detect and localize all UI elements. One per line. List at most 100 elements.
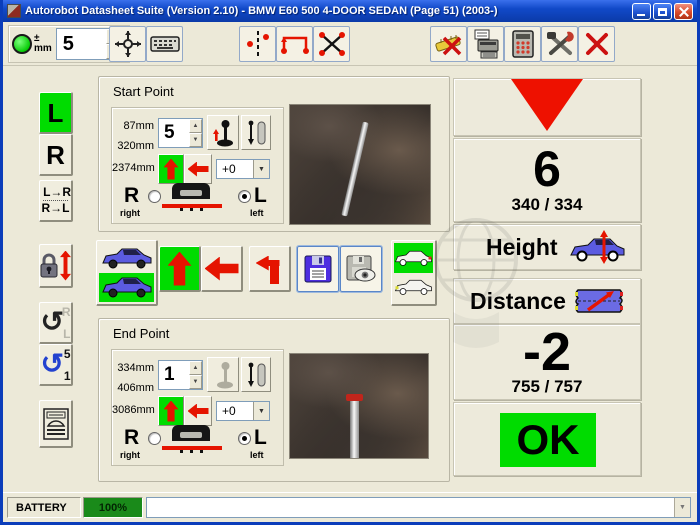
up-arrow-icon bbox=[164, 159, 179, 180]
start-right-sub: right bbox=[120, 208, 140, 218]
down-triangle-icon bbox=[511, 79, 583, 131]
end-pointer-tool-button-disabled bbox=[207, 357, 239, 392]
distance-car-top-icon bbox=[572, 286, 626, 316]
move-up-button[interactable] bbox=[159, 246, 201, 292]
up-arrow-icon bbox=[164, 401, 179, 422]
rotate-51-button[interactable]: ↺ 5 1 bbox=[39, 344, 73, 386]
car-side-top-icon bbox=[99, 243, 154, 273]
end-left-radio[interactable] bbox=[238, 432, 251, 445]
maximize-icon bbox=[658, 8, 667, 16]
measure-point-button[interactable] bbox=[239, 26, 276, 62]
mirror-lr-label: L→R bbox=[43, 185, 68, 201]
exit-button[interactable] bbox=[578, 26, 615, 62]
end-dim3-label: 3086mm bbox=[112, 404, 154, 416]
end-direction-left-button[interactable] bbox=[184, 396, 212, 426]
battery-label: BATTERY bbox=[7, 497, 81, 518]
centering-button[interactable] bbox=[109, 26, 146, 62]
pin-red-cap bbox=[346, 394, 363, 401]
end-spin-up-button[interactable]: ▲ bbox=[189, 361, 202, 375]
calculator-icon bbox=[512, 30, 534, 58]
point-view-toggle-button[interactable] bbox=[391, 240, 437, 306]
calculator-button[interactable] bbox=[504, 26, 541, 62]
height-car-icon bbox=[568, 229, 626, 265]
start-point-group: Start Point 87mm 320mm 5 ▲ ▼ bbox=[98, 76, 450, 232]
start-counter-input[interactable]: 5 ▲ ▼ bbox=[158, 118, 203, 148]
distance-label-panel: Distance bbox=[453, 278, 641, 324]
start-spin-up-button[interactable]: ▲ bbox=[189, 119, 202, 133]
maximize-button[interactable] bbox=[653, 3, 672, 20]
tools-icon bbox=[545, 30, 575, 58]
tolerance-icon bbox=[12, 34, 32, 54]
start-right-radio[interactable] bbox=[148, 190, 161, 203]
end-pins-button[interactable] bbox=[241, 357, 271, 392]
photo-measuring-pin bbox=[341, 122, 368, 217]
window-title: Autorobot Datasheet Suite (Version 2.10)… bbox=[25, 5, 628, 17]
start-dim1-label: 87mm bbox=[112, 120, 154, 132]
measure-distance-button[interactable] bbox=[276, 26, 313, 62]
rotate-blue-icon: ↺ bbox=[41, 349, 64, 379]
battery-level-badge: 100% bbox=[83, 497, 143, 518]
lock-height-button[interactable] bbox=[39, 244, 73, 288]
keyboard-button[interactable] bbox=[146, 26, 183, 62]
view-saved-button[interactable] bbox=[340, 246, 382, 292]
start-spin-down-button[interactable]: ▼ bbox=[189, 133, 202, 147]
measuring-tape-off-button[interactable] bbox=[430, 26, 467, 62]
end-direction-up-button[interactable] bbox=[158, 396, 184, 426]
distance-value-panel: -2 755 / 757 bbox=[453, 324, 641, 400]
measuring-tape-x-icon bbox=[434, 30, 464, 58]
height-range: 340 / 334 bbox=[454, 195, 640, 215]
measure-distance-icon bbox=[280, 30, 310, 58]
save-button[interactable] bbox=[297, 246, 339, 292]
side-right-label: R bbox=[46, 142, 65, 168]
height-label: Height bbox=[486, 234, 558, 261]
end-offset-select[interactable]: +0 ▼ bbox=[216, 401, 270, 421]
end-offset-value: +0 bbox=[217, 404, 253, 418]
measure-point-icon bbox=[245, 29, 271, 59]
datasheet-bench-button[interactable] bbox=[39, 400, 73, 448]
end-counter-value[interactable]: 1 bbox=[159, 361, 189, 389]
start-pointer-tool-button[interactable] bbox=[207, 115, 239, 150]
side-right-button[interactable]: R bbox=[39, 134, 73, 176]
tolerance-value[interactable]: 5 bbox=[57, 29, 106, 59]
start-direction-up-button[interactable] bbox=[158, 154, 184, 184]
end-point-title: End Point bbox=[113, 326, 169, 341]
big-up-arrow-icon bbox=[168, 252, 192, 286]
start-counter-value[interactable]: 5 bbox=[159, 119, 189, 147]
height-label-panel: Height bbox=[453, 224, 641, 270]
close-button[interactable] bbox=[674, 3, 693, 20]
app-window: Autorobot Datasheet Suite (Version 2.10)… bbox=[0, 0, 700, 525]
minimize-button[interactable] bbox=[632, 3, 651, 20]
height-value: 6 bbox=[454, 143, 640, 195]
start-left-radio[interactable] bbox=[238, 190, 251, 203]
keyboard-icon bbox=[150, 34, 180, 54]
rotate-rl-button[interactable]: ↺ R L bbox=[39, 302, 73, 344]
status-select[interactable]: ▼ bbox=[146, 497, 691, 518]
end-point-photo bbox=[289, 353, 429, 459]
end-spin-down-button[interactable]: ▼ bbox=[189, 375, 202, 389]
car-view-toggle-button[interactable] bbox=[96, 240, 158, 306]
dropdown-arrow-icon[interactable]: ▼ bbox=[253, 402, 269, 420]
side-left-button[interactable]: L bbox=[39, 92, 73, 134]
distance-range: 755 / 757 bbox=[454, 377, 640, 397]
app-icon bbox=[7, 4, 21, 18]
distance-label: Distance bbox=[470, 288, 566, 315]
status-bar: BATTERY 100% ▼ bbox=[3, 492, 697, 522]
print-datasheet-button[interactable] bbox=[467, 26, 504, 62]
start-offset-select[interactable]: +0 ▼ bbox=[216, 159, 270, 179]
dropdown-arrow-icon[interactable]: ▼ bbox=[253, 160, 269, 178]
bent-arrow-icon bbox=[256, 254, 284, 284]
start-pins-button[interactable] bbox=[241, 115, 271, 150]
tools-button[interactable] bbox=[541, 26, 578, 62]
start-direction-left-button[interactable] bbox=[184, 154, 212, 184]
end-counter-input[interactable]: 1 ▲ ▼ bbox=[158, 360, 203, 390]
turn-back-button[interactable] bbox=[249, 246, 291, 292]
head-baseline-icon bbox=[162, 204, 222, 208]
measure-cross-button[interactable] bbox=[313, 26, 350, 62]
dropdown-arrow-icon[interactable]: ▼ bbox=[674, 498, 690, 517]
start-dim3-label: 2374mm bbox=[112, 162, 154, 174]
side-mirror-button[interactable]: L→R R→L bbox=[39, 180, 73, 222]
close-icon bbox=[678, 7, 689, 16]
rotate-icon: ↺ bbox=[41, 307, 64, 337]
move-left-button[interactable] bbox=[201, 246, 243, 292]
end-right-radio[interactable] bbox=[148, 432, 161, 445]
